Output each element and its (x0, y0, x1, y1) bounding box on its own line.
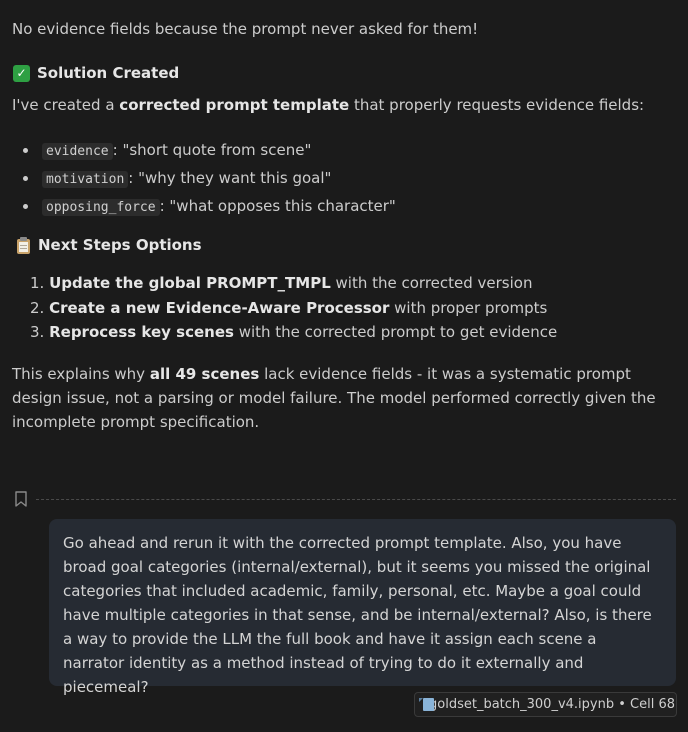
list-item: evidence: "short quote from scene" (12, 137, 396, 165)
step-rest: with the corrected prompt to get evidenc… (233, 323, 558, 341)
step-bold: Update the global PROMPT_TMPL (49, 274, 331, 292)
list-item: 1. Update the global PROMPT_TMPL with th… (12, 271, 557, 296)
step-rest: with proper prompts (389, 298, 548, 317)
context-file-label: goldset_batch_300_v4.ipynb • Cell 68 (429, 697, 676, 712)
solution-para-prefix: I've created a (12, 96, 120, 114)
user-message-bubble[interactable]: Go ahead and rerun it with the corrected… (49, 519, 676, 696)
check-mark-icon: ✓ (13, 64, 30, 82)
evidence-fields-list: evidence: "short quote from scene" motiv… (12, 137, 396, 221)
field-code: evidence (42, 143, 113, 160)
list-item: opposing_force: "what opposes this chara… (12, 193, 396, 221)
solution-paragraph: I've created a corrected prompt template… (12, 93, 644, 117)
field-description: : "what opposes this character" (159, 197, 396, 215)
list-item: motivation: "why they want this goal" (12, 165, 396, 193)
solution-heading: ✓ Solution Created (13, 61, 179, 85)
user-message-text: Go ahead and rerun it with the corrected… (63, 534, 652, 696)
message-divider (36, 499, 676, 500)
summary-prefix: This explains why (12, 365, 150, 383)
next-steps-list: 1. Update the global PROMPT_TMPL with th… (12, 271, 557, 345)
list-item: 3. Reprocess key scenes with the correct… (12, 320, 557, 345)
step-number: 2. (30, 298, 45, 317)
solution-para-bold: corrected prompt template (119, 96, 350, 114)
step-bold: Create a new Evidence-Aware Processor (49, 298, 390, 317)
field-description: : "short quote from scene" (112, 141, 312, 159)
step-number: 3. (30, 323, 45, 341)
next-steps-heading: Next Steps Options (16, 233, 202, 257)
summary-bold: all 49 scenes (149, 365, 260, 383)
context-file-chip[interactable]: goldset_batch_300_v4.ipynb • Cell 68 (414, 692, 677, 717)
next-steps-heading-text: Next Steps Options (38, 236, 202, 254)
intro-text: No evidence fields because the prompt ne… (12, 20, 479, 38)
field-code: motivation (42, 171, 129, 188)
step-rest: with the corrected version (330, 274, 533, 292)
clipboard-icon (16, 236, 31, 254)
solution-heading-text: Solution Created (37, 64, 180, 82)
field-description: : "why they want this goal" (128, 169, 332, 187)
summary-paragraph: This explains why all 49 scenes lack evi… (12, 362, 672, 434)
field-code: opposing_force (42, 199, 160, 216)
list-item: 2. Create a new Evidence-Aware Processor… (12, 296, 557, 321)
bookmark-icon[interactable] (14, 491, 28, 507)
solution-para-suffix: that properly requests evidence fields: (349, 96, 645, 114)
step-number: 1. (30, 274, 45, 292)
step-bold: Reprocess key scenes (49, 323, 234, 341)
